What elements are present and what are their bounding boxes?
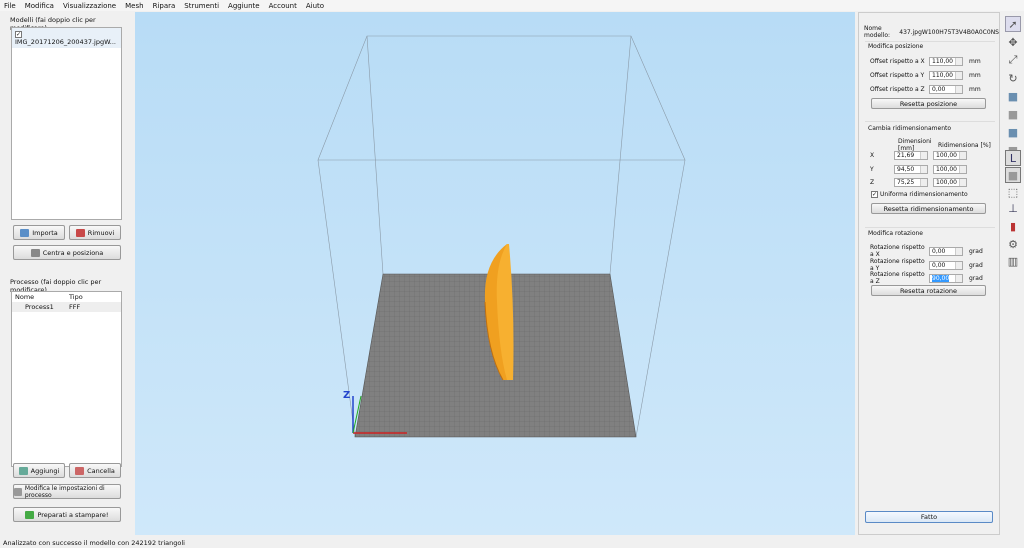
import-icon	[20, 228, 30, 237]
right-panel: Nome modello: 437.jpgW100H75T3V4B0A0C0NS …	[858, 12, 1000, 535]
z-axis-label: Z	[343, 390, 350, 401]
dim-x-input[interactable]: 21,69	[894, 151, 928, 160]
offset-x-input[interactable]: 110,00	[929, 57, 963, 66]
model-name: Nome modello: 437.jpgW100H75T3V4B0A0C0NS	[864, 25, 999, 39]
offset-y-label: Offset rispetto a Y	[870, 72, 925, 79]
center-button[interactable]: Centra e posiziona	[13, 245, 121, 260]
select-tool-icon[interactable]: ➚	[1005, 16, 1021, 32]
position-title: Modifica posizione	[868, 43, 924, 50]
reset-position-button[interactable]: Resetta posizione	[871, 98, 986, 109]
supports-icon[interactable]: ▥	[1005, 253, 1021, 269]
table-header: Nome Tipo	[15, 293, 83, 301]
scale-title: Cambia ridimensionamento	[868, 125, 952, 132]
menu-account[interactable]: Account	[269, 2, 297, 10]
move-tool-icon[interactable]: ✥	[1005, 34, 1021, 50]
menu-bar: File Modifica Visualizzazione Mesh Ripar…	[0, 0, 1024, 11]
drop-to-plate-icon[interactable]: ⊥	[1005, 200, 1021, 216]
remove-icon	[75, 228, 85, 237]
offset-y-input[interactable]: 110,00	[929, 71, 963, 80]
reset-scale-button[interactable]: Resetta ridimensionamento	[871, 203, 986, 214]
rotation-title: Modifica rotazione	[868, 230, 924, 237]
scale-group: Cambia ridimensionamento Dimensioni [mm]…	[865, 121, 995, 221]
scene[interactable]: Z	[135, 12, 855, 535]
gears-icon	[14, 487, 22, 496]
add-button[interactable]: Aggiungi	[13, 463, 65, 478]
menu-mesh[interactable]: Mesh	[125, 2, 143, 10]
process-settings-button[interactable]: Modifica le impostazioni di processo	[13, 484, 121, 499]
add-icon	[18, 466, 28, 475]
pct-x-input[interactable]: 100,00	[933, 151, 967, 160]
menu-modifica[interactable]: Modifica	[25, 2, 54, 10]
done-button[interactable]: Fatto	[865, 511, 993, 523]
rot-y-input[interactable]: 0,00	[929, 260, 963, 270]
view-back-icon[interactable]: ■	[1005, 106, 1021, 122]
menu-file[interactable]: File	[4, 2, 16, 10]
prepare-print-button[interactable]: Preparati a stampare!	[13, 507, 121, 522]
uniform-scale-checkbox[interactable]: ✓ Uniforma ridimensionamento	[871, 191, 968, 198]
remove-button[interactable]: Rimuovi	[69, 225, 121, 240]
checkbox-icon[interactable]: ✓	[15, 31, 22, 38]
dim-y-input[interactable]: 94,50	[894, 165, 928, 174]
import-button[interactable]: Importa	[13, 225, 65, 240]
models-list[interactable]: ✓IMG_20171206_200437.jpgW...	[11, 27, 122, 220]
view-left-icon[interactable]: ■	[1005, 124, 1021, 140]
view-front-icon[interactable]: ■	[1005, 88, 1021, 104]
solid-view-icon[interactable]: ■	[1005, 167, 1021, 183]
menu-ripara[interactable]: Ripara	[153, 2, 176, 10]
menu-visualizzazione[interactable]: Visualizzazione	[63, 2, 116, 10]
position-group: Modifica posizione Offset rispetto a X 11…	[865, 41, 995, 113]
axis-view-icon[interactable]: L	[1005, 150, 1021, 166]
cut-icon[interactable]: ▮	[1005, 218, 1021, 234]
checkmark-icon	[25, 510, 35, 519]
dim-z-input[interactable]: 75,25	[894, 178, 928, 187]
rotation-group: Modifica rotazione Rotazione rispetto a …	[865, 227, 995, 299]
offset-z-input[interactable]: 0,00	[929, 85, 963, 94]
delete-button[interactable]: Cancella	[69, 463, 121, 478]
scale-tool-icon[interactable]: ⤢	[1005, 52, 1021, 68]
rot-z-input[interactable]: 90,00	[929, 273, 963, 283]
offset-x-label: Offset rispetto a X	[870, 58, 925, 65]
rotate-tool-icon[interactable]: ↻	[1005, 70, 1021, 86]
wireframe-view-icon[interactable]: ⬚	[1005, 184, 1021, 200]
pct-y-input[interactable]: 100,00	[933, 165, 967, 174]
model-item[interactable]: ✓IMG_20171206_200437.jpgW...	[12, 28, 121, 48]
reset-rotation-button[interactable]: Resetta rotazione	[871, 285, 986, 296]
process-table[interactable]: Nome Tipo Process1 FFF	[11, 291, 122, 467]
left-panel: Modelli (fai doppio clic per modificare)…	[0, 11, 131, 535]
checkbox-icon[interactable]: ✓	[871, 191, 878, 198]
status-bar: Analizzato con successo il modello con 2…	[3, 539, 185, 547]
menu-aiuto[interactable]: Aiuto	[306, 2, 324, 10]
3d-viewport[interactable]: Z	[135, 12, 855, 535]
rot-x-input[interactable]: 0,00	[929, 246, 963, 256]
menu-aggiunte[interactable]: Aggiunte	[228, 2, 260, 10]
center-icon	[30, 248, 40, 257]
settings-gear-icon[interactable]: ⚙	[1005, 236, 1021, 252]
menu-strumenti[interactable]: Strumenti	[184, 2, 219, 10]
pct-z-input[interactable]: 100,00	[933, 178, 967, 187]
offset-z-label: Offset rispetto a Z	[870, 86, 925, 93]
table-row[interactable]: Process1 FFF	[12, 302, 121, 312]
delete-icon	[75, 466, 85, 475]
